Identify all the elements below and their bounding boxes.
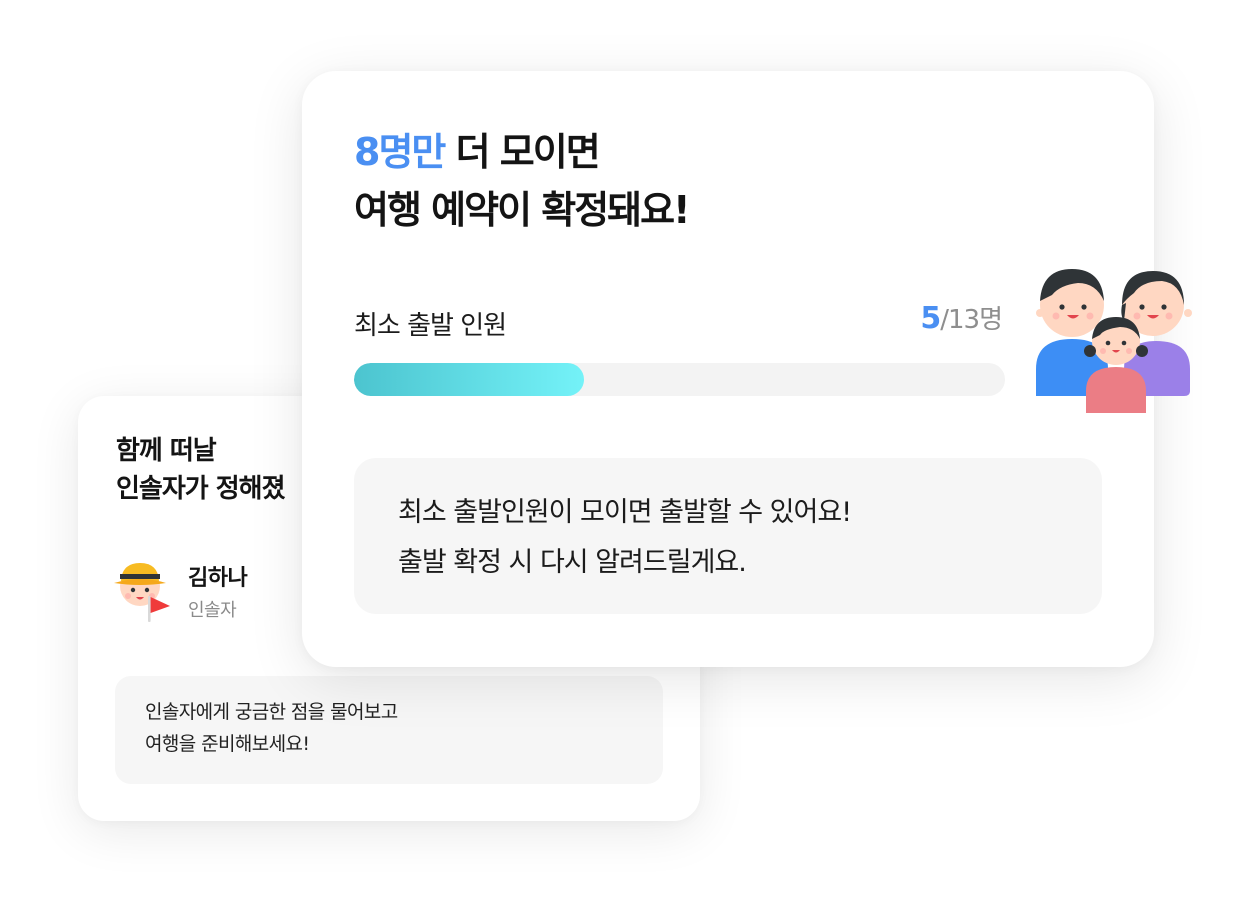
status-message-line1: 최소 출발인원이 모이면 출발할 수 있어요! xyxy=(398,497,852,528)
guide-card-title: 함께 떠날 인솔자가 정해졌 xyxy=(116,432,285,508)
flag-icon xyxy=(148,596,170,622)
guide-message-box: 인솔자에게 궁금한 점을 물어보고 여행을 준비해보세요! xyxy=(115,676,663,784)
participant-progress-fill xyxy=(354,363,584,396)
guide-card-title-line1: 함께 떠날 xyxy=(116,436,217,466)
family-icon xyxy=(1036,269,1192,413)
guide-avatar-icon xyxy=(114,563,170,622)
status-card: 8명만 더 모이면 여행 예약이 확정돼요! 최소 출발 인원 5/13명 최소… xyxy=(302,71,1192,667)
guide-role: 인솔자 xyxy=(188,600,237,621)
stage: 함께 떠날 인솔자가 정해졌 김하나 인솔자 인솔자에게 궁금한 점을 물어보고… xyxy=(0,0,1233,908)
guide-name: 김하나 xyxy=(188,566,248,591)
status-message-box: 최소 출발인원이 모이면 출발할 수 있어요! 출발 확정 시 다시 알려드릴게… xyxy=(354,458,1102,614)
participant-count-total: /13명 xyxy=(940,305,1003,335)
min-participants-label: 최소 출발 인원 xyxy=(354,311,507,341)
participant-count-current: 5 xyxy=(920,301,941,336)
status-title-line1: 8명만 더 모이면 xyxy=(354,123,688,181)
status-message-line2: 출발 확정 시 다시 알려드릴게요. xyxy=(398,547,747,578)
status-title-line2: 여행 예약이 확정돼요! xyxy=(354,188,690,232)
status-title: 8명만 더 모이면 여행 예약이 확정돼요! xyxy=(354,123,690,239)
participant-count: 5/13명 xyxy=(920,299,1003,336)
participant-progress-bar xyxy=(354,363,1005,396)
guide-card-title-line2: 인솔자가 정해졌 xyxy=(116,474,285,504)
guide-message-line2: 여행을 준비해보세요! xyxy=(145,733,310,755)
guide-message-line1: 인솔자에게 궁금한 점을 물어보고 xyxy=(145,701,398,723)
status-title-rest: 더 모이면 xyxy=(444,130,601,174)
status-title-highlight: 8명만 xyxy=(354,130,446,174)
